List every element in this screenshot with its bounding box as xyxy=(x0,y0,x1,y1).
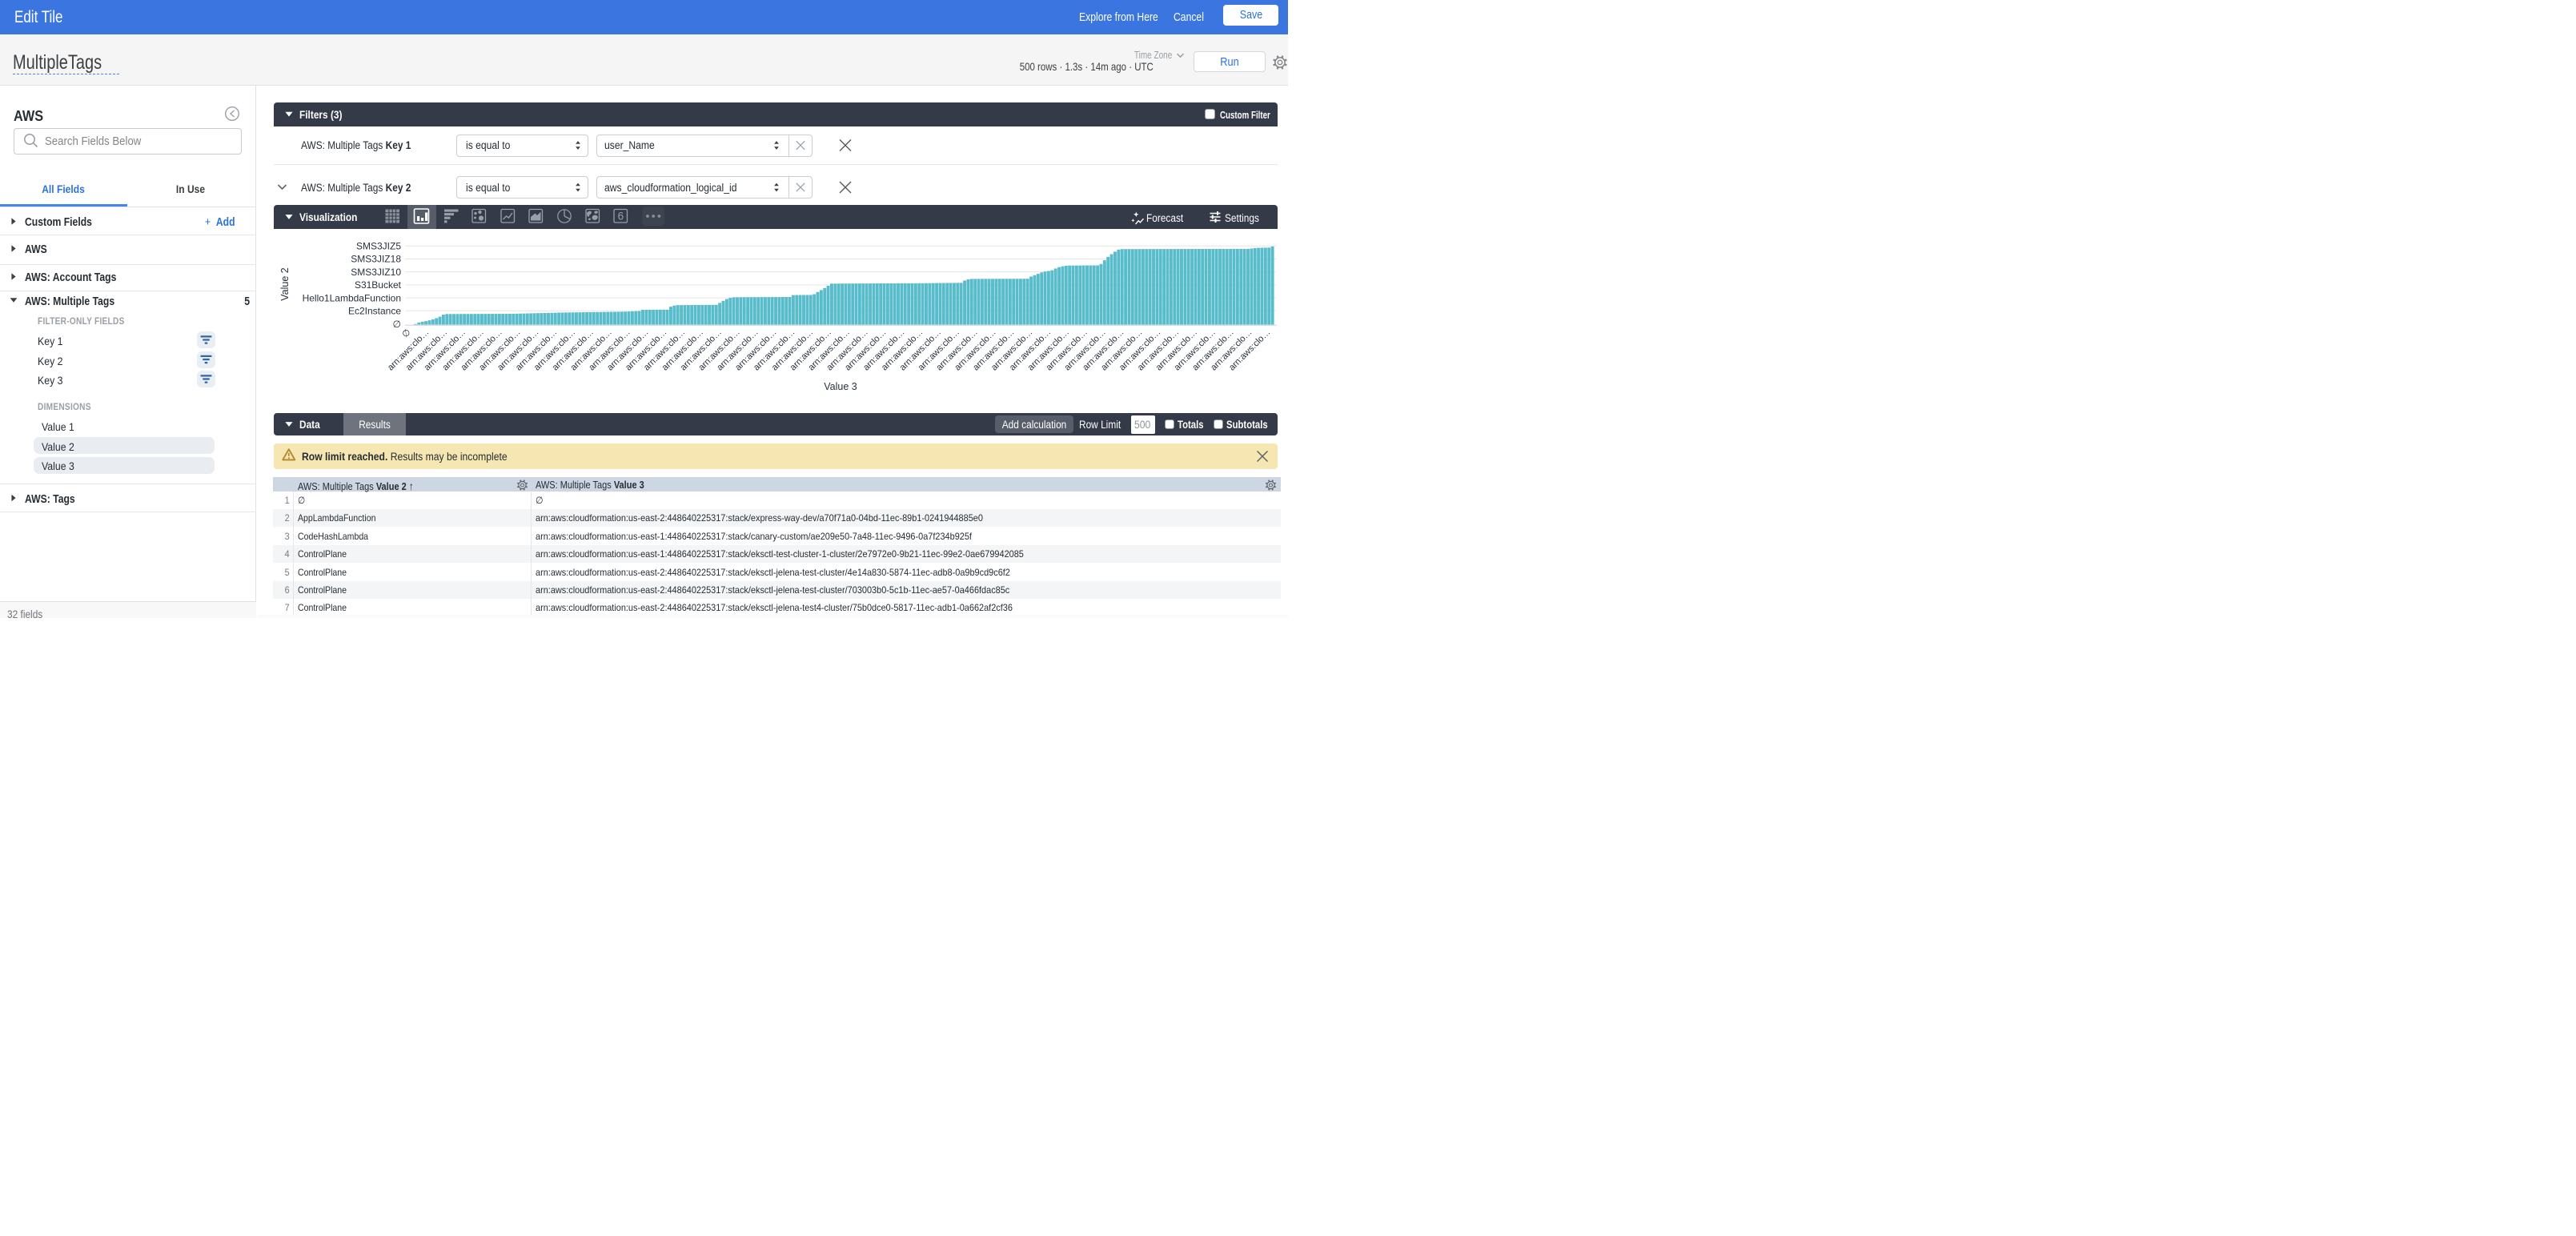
svg-text:SMS3JIZ18: SMS3JIZ18 xyxy=(351,254,401,265)
svg-text:Value 3: Value 3 xyxy=(824,381,857,392)
svg-text:S31Bucket: S31Bucket xyxy=(355,279,402,291)
svg-text:∅: ∅ xyxy=(393,319,401,330)
svg-text:SMS3JIZ10: SMS3JIZ10 xyxy=(351,267,401,278)
svg-text:Ec2Instance: Ec2Instance xyxy=(348,306,401,317)
svg-text:∅: ∅ xyxy=(400,327,412,339)
svg-text:SMS3JIZ5: SMS3JIZ5 xyxy=(356,241,401,252)
svg-text:Value 2: Value 2 xyxy=(279,267,291,301)
svg-text:Hello1LambdaFunction: Hello1LambdaFunction xyxy=(303,292,401,303)
